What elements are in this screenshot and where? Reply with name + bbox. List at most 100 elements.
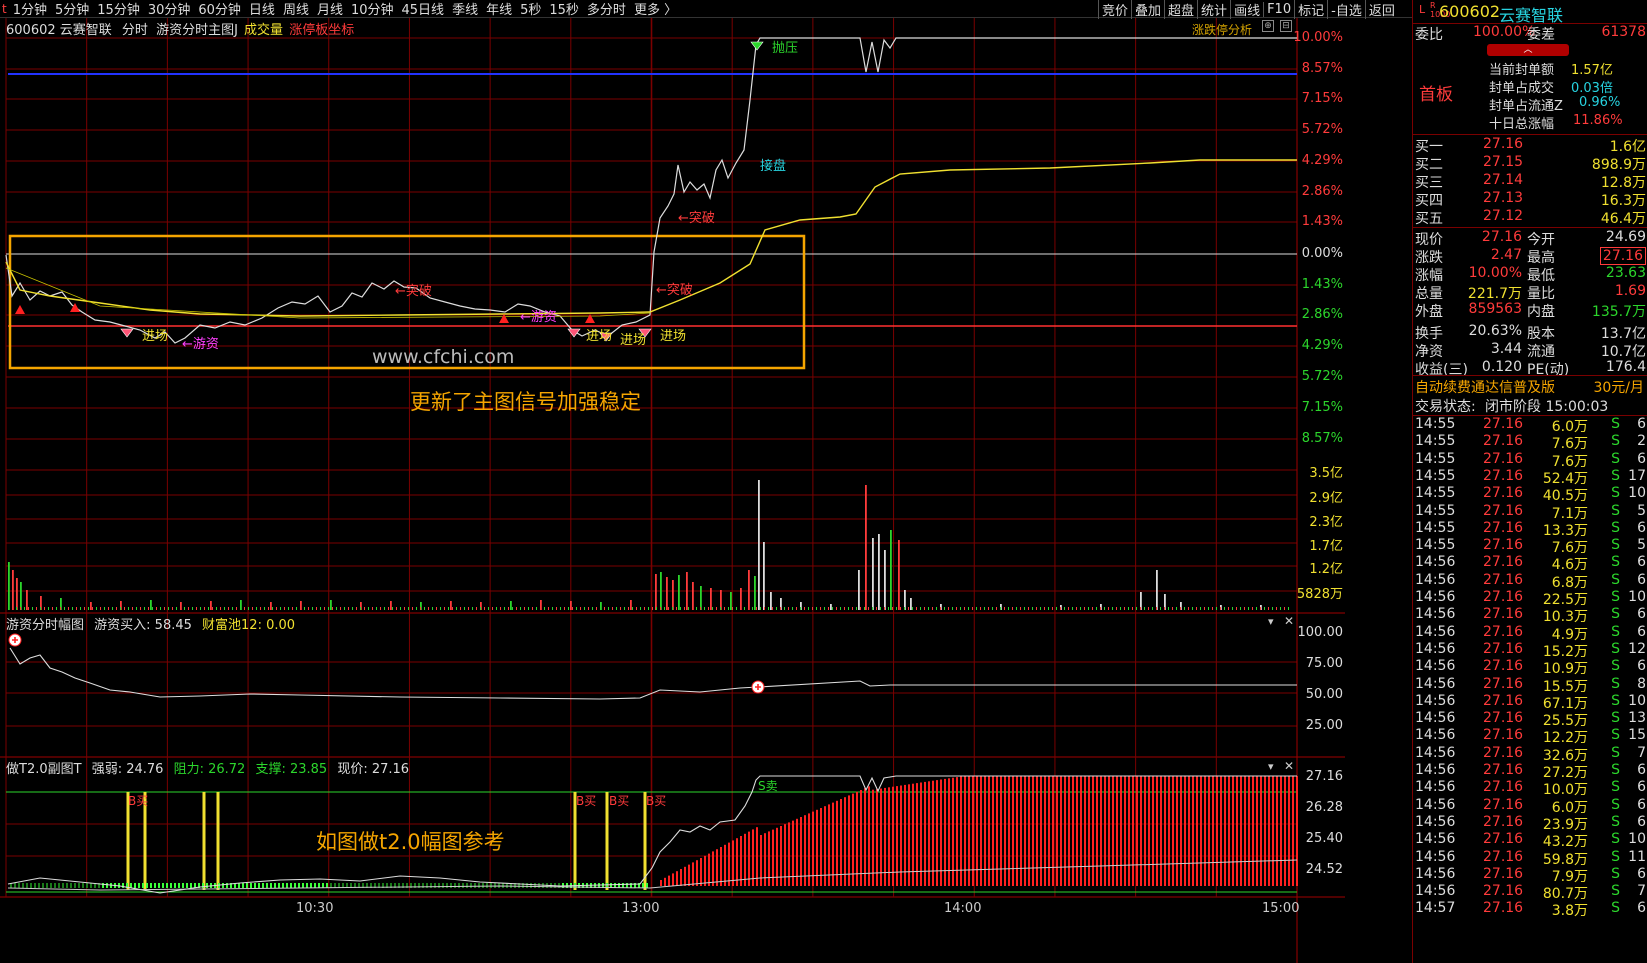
volume-bar	[408, 607, 409, 610]
volume-bar	[532, 607, 533, 610]
sub1-title[interactable]: 游资分时幅图	[6, 618, 84, 633]
volume-bar	[884, 550, 886, 610]
chart-type[interactable]: 分时	[122, 23, 148, 38]
ad-text[interactable]: 自动续费通达信普及版	[1415, 377, 1555, 397]
buy-signal-1: B买	[128, 794, 149, 808]
tick-time: 14:56	[1415, 762, 1456, 778]
histogram-bar-green	[278, 883, 280, 888]
period-12[interactable]: 5秒	[516, 3, 545, 17]
volume-bar	[216, 607, 217, 610]
paxis-tick-7: 0.00%	[1301, 246, 1343, 261]
histogram-bar-green	[14, 883, 16, 888]
period-6[interactable]: 周线	[279, 3, 313, 17]
histogram-bar-green	[18, 883, 20, 888]
bid-row[interactable]: 买二 27.15 898.9万	[1413, 154, 1647, 173]
tick-count: 6	[1637, 865, 1646, 882]
histogram-bar-green	[186, 883, 188, 888]
histogram-bar	[832, 802, 834, 886]
histogram-bar	[820, 808, 822, 886]
main-indicator-name[interactable]: 游资分时主图J	[156, 23, 238, 38]
toolbar-item-3[interactable]: 统计	[1197, 0, 1230, 19]
toolbar-item-8[interactable]: 返回	[1364, 0, 1398, 19]
volume-bar	[1156, 607, 1157, 610]
toolbar-item-0[interactable]: 竞价	[1098, 0, 1131, 19]
volume-bar	[460, 607, 461, 610]
bid-row[interactable]: 买一 27.16 1.6亿	[1413, 136, 1647, 155]
period-11[interactable]: 年线	[482, 3, 516, 17]
gem-icon	[120, 328, 134, 338]
toolbar-item-5[interactable]: F10	[1263, 1, 1294, 17]
histogram-bar-green	[446, 883, 448, 888]
period-5[interactable]: 日线	[245, 3, 279, 17]
period-10[interactable]: 季线	[448, 3, 482, 17]
volume-bar	[928, 607, 929, 610]
toolbar-item-6[interactable]: 标记	[1294, 0, 1327, 19]
volume-bar	[256, 607, 257, 610]
sub1-dropdown-icon[interactable]: ▾	[1268, 615, 1274, 628]
histogram-bar-green	[138, 883, 140, 888]
volume-bar	[420, 607, 421, 610]
histogram-bar-green	[142, 883, 144, 888]
histogram-bar	[1024, 776, 1026, 886]
zoom-icon[interactable]: ⊕	[1262, 20, 1274, 32]
tick-count: 6	[1637, 554, 1646, 571]
histogram-bar-green	[42, 883, 44, 888]
up-arrow-icon	[15, 305, 25, 314]
period-14[interactable]: 多分时	[583, 3, 630, 17]
volume-bar	[720, 607, 721, 610]
paxis-tick-11: 5.72%	[1301, 369, 1343, 384]
ad-row[interactable]: 自动续费通达信普及版 30元/月	[1413, 377, 1647, 396]
histogram-bar	[1268, 776, 1270, 886]
toolbar-item-2[interactable]: 超盘	[1164, 0, 1197, 19]
toolbar-item-1[interactable]: 叠加	[1131, 0, 1164, 19]
sub2-dropdown-icon[interactable]: ▾	[1268, 760, 1274, 773]
volume-bar	[500, 607, 501, 610]
volume-bar	[858, 570, 860, 610]
histogram-bar	[1176, 776, 1178, 886]
histogram-bar	[1104, 776, 1106, 886]
bid-row[interactable]: 买三 27.14 12.8万	[1413, 172, 1647, 191]
histogram-bar	[840, 799, 842, 886]
histogram-bar-green	[482, 883, 484, 888]
toolbar-item-7[interactable]: -自选	[1327, 0, 1365, 19]
toolbar-item-4[interactable]: 画线	[1230, 0, 1263, 19]
volume-bar	[908, 607, 909, 610]
volume-bar	[1224, 607, 1225, 610]
collapse-icon[interactable]: ︿	[1487, 44, 1569, 56]
period-4[interactable]: 60分钟	[194, 3, 245, 17]
period-15[interactable]: 更多 〉	[630, 3, 681, 17]
tick-price: 27.16	[1483, 554, 1524, 571]
tick-time: 14:56	[1415, 589, 1456, 605]
period-2[interactable]: 15分钟	[93, 3, 144, 17]
tick-side: S	[1611, 640, 1620, 657]
histogram-bar-green	[22, 883, 24, 888]
sub2-title[interactable]: 做T2.0副图T	[6, 762, 82, 777]
tick-price: 27.16	[1483, 762, 1524, 778]
limit-analysis-button[interactable]: 涨跌停分析	[1192, 21, 1252, 38]
volume-bar	[916, 607, 917, 610]
period-3[interactable]: 30分钟	[144, 3, 195, 17]
volume-bar	[404, 607, 405, 610]
volume-bar	[666, 577, 668, 610]
volume-bar	[560, 607, 561, 610]
volume-bar	[878, 534, 880, 610]
volume-bar	[830, 604, 832, 610]
tick-side: S	[1611, 467, 1620, 484]
tick-row: 14:55 27.16 7.6万 S 6	[1413, 451, 1647, 470]
volume-bar	[692, 582, 694, 610]
period-13[interactable]: 15秒	[545, 3, 583, 17]
period-0[interactable]: 1分钟	[9, 3, 51, 17]
volume-bar	[700, 586, 702, 610]
period-9[interactable]: 45日线	[398, 3, 449, 17]
volume-bar	[344, 607, 345, 610]
intraday-chart[interactable]	[0, 18, 1345, 963]
period-7[interactable]: 月线	[313, 3, 347, 17]
bid-row[interactable]: 买五 27.12 46.4万	[1413, 208, 1647, 227]
tick-time: 14:56	[1415, 727, 1456, 744]
bid-row[interactable]: 买四 27.13 16.3万	[1413, 190, 1647, 209]
tick-side: S	[1611, 883, 1620, 900]
histogram-bar-green	[306, 883, 308, 888]
volume-bar	[396, 607, 397, 610]
period-8[interactable]: 10分钟	[347, 3, 398, 17]
period-1[interactable]: 5分钟	[51, 3, 93, 17]
